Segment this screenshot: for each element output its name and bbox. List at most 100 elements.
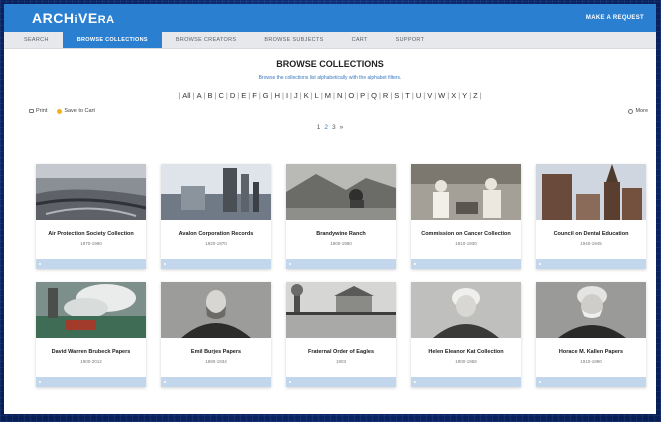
collection-title[interactable]: Fraternal Order of Eagles <box>286 349 396 355</box>
card-dot-icon <box>539 263 541 265</box>
nav-item-browse-creators[interactable]: BROWSE CREATORS <box>162 32 251 48</box>
card-footer <box>536 259 646 269</box>
collection-title[interactable]: Avalon Corporation Records <box>161 231 271 237</box>
card-footer <box>286 377 396 387</box>
card-dot-icon <box>289 381 291 383</box>
collection-card[interactable]: Helen Eleanor Kat Collection 1900-1958 <box>411 282 521 387</box>
collection-thumbnail[interactable] <box>286 164 396 220</box>
nav-item-browse-subjects[interactable]: BROWSE SUBJECTS <box>250 32 337 48</box>
archive-window: ARCHiVERA MAKE A REQUEST SEARCH BROWSE CO… <box>4 4 656 414</box>
nav-item-support[interactable]: SUPPORT <box>382 32 439 48</box>
collection-thumbnail[interactable] <box>36 282 146 338</box>
collection-title[interactable]: Helen Eleanor Kat Collection <box>411 349 521 355</box>
alphabet-letter-y[interactable]: Y <box>460 91 469 100</box>
alphabet-letter-o[interactable]: O <box>346 91 356 100</box>
card-footer <box>161 377 271 387</box>
page-link-1[interactable]: 1 <box>317 124 321 131</box>
alphabet-letter-z[interactable]: Z <box>471 91 480 100</box>
card-footer <box>36 377 146 387</box>
collection-card[interactable]: Commission on Cancer Collection 1910-1930 <box>411 164 521 269</box>
card-dot-icon <box>164 263 166 265</box>
collection-title[interactable]: Brandywine Ranch <box>286 231 396 237</box>
collection-thumbnail[interactable] <box>411 282 521 338</box>
alphabet-letter-c[interactable]: C <box>217 91 226 100</box>
page-title: BROWSE COLLECTIONS <box>276 59 384 69</box>
alphabet-letter-b[interactable]: B <box>206 91 215 100</box>
collection-dates: 1900-2012 <box>80 359 102 364</box>
collection-dates: 1940-1945 <box>580 241 602 246</box>
card-dot-icon <box>289 263 291 265</box>
collection-thumbnail[interactable] <box>411 164 521 220</box>
alphabet-letter-f[interactable]: F <box>250 91 259 100</box>
collection-card[interactable]: Fraternal Order of Eagles 1903 <box>286 282 396 387</box>
print-button[interactable]: Print <box>29 108 47 114</box>
alphabet-letter-g[interactable]: G <box>261 91 271 100</box>
collection-card[interactable]: David Warren Brubeck Papers 1900-2012 <box>36 282 146 387</box>
alphabet-letter-u[interactable]: U <box>414 91 423 100</box>
collection-thumbnail[interactable] <box>161 164 271 220</box>
nav-item-search[interactable]: SEARCH <box>10 32 63 48</box>
nav-item-browse-collections[interactable]: BROWSE COLLECTIONS <box>62 32 162 48</box>
alphabet-letter-r[interactable]: R <box>381 91 390 100</box>
alphabet-letter-e[interactable]: E <box>239 91 248 100</box>
collection-thumbnail[interactable] <box>286 282 396 338</box>
collection-thumbnail[interactable] <box>36 164 146 220</box>
card-dot-icon <box>39 381 41 383</box>
alphabet-letter-m[interactable]: M <box>323 91 333 100</box>
alphabet-letter-x[interactable]: X <box>449 91 458 100</box>
alphabet-divider: | <box>479 91 482 100</box>
collection-card[interactable]: Council on Dental Education 1940-1945 <box>536 164 646 269</box>
alphabet-letter-s[interactable]: S <box>392 91 401 100</box>
collection-dates: 1910-1930 <box>455 241 477 246</box>
make-request-link[interactable]: MAKE A REQUEST <box>586 15 644 21</box>
collection-dates: 1903 <box>335 359 346 364</box>
collection-title[interactable]: Council on Dental Education <box>536 231 646 237</box>
collection-title[interactable]: Horace M. Kallen Papers <box>536 349 646 355</box>
card-footer <box>411 377 521 387</box>
page-link-2[interactable]: 2 <box>324 124 328 131</box>
alphabet-letter-d[interactable]: D <box>228 91 237 100</box>
alphabet-letter-a[interactable]: A <box>195 91 204 100</box>
nav-item-cart[interactable]: CART <box>338 32 382 48</box>
card-dot-icon <box>164 381 166 383</box>
collection-card[interactable]: Brandywine Ranch 1900-1980 <box>286 164 396 269</box>
alphabet-letter-j[interactable]: J <box>292 91 300 100</box>
card-footer <box>536 377 646 387</box>
site-logo[interactable]: ARCHiVERA <box>32 10 115 26</box>
collection-title[interactable]: Emil Burjes Papers <box>161 349 271 355</box>
save-to-cart-button[interactable]: Save to Cart <box>57 108 95 114</box>
card-dot-icon <box>414 381 416 383</box>
collection-title[interactable]: Commission on Cancer Collection <box>411 231 521 237</box>
alphabet-letter-n[interactable]: N <box>335 91 344 100</box>
collection-thumbnail[interactable] <box>161 282 271 338</box>
alphabet-letter-p[interactable]: P <box>358 91 367 100</box>
collection-card[interactable]: Avalon Corporation Records 1920-1970 <box>161 164 271 269</box>
collection-dates: 1910-1990 <box>580 359 602 364</box>
collection-card[interactable]: Emil Burjes Papers 1890-1934 <box>161 282 271 387</box>
collection-title[interactable]: David Warren Brubeck Papers <box>36 349 146 355</box>
collection-thumbnail[interactable] <box>536 164 646 220</box>
alphabet-letter-t[interactable]: T <box>403 91 412 100</box>
next-page-link[interactable]: » <box>340 124 344 131</box>
collection-dates: 1900-1958 <box>455 359 477 364</box>
alphabet-letter-h[interactable]: H <box>273 91 282 100</box>
alphabet-letter-all[interactable]: All <box>180 91 192 100</box>
page-link-3[interactable]: 3 <box>332 124 336 131</box>
card-footer <box>411 259 521 269</box>
more-button[interactable]: More <box>628 108 648 114</box>
collections-grid: Air Protection Society Collection 1970-19… <box>36 164 646 387</box>
alphabet-letter-w[interactable]: W <box>436 91 447 100</box>
action-bar: Print Save to Cart More <box>4 106 656 116</box>
cart-icon <box>57 108 63 114</box>
collection-title[interactable]: Air Protection Society Collection <box>36 231 146 237</box>
alphabet-letter-l[interactable]: L <box>313 91 321 100</box>
card-footer <box>286 259 396 269</box>
print-icon <box>29 109 34 113</box>
alphabet-letter-q[interactable]: Q <box>369 91 379 100</box>
collection-card[interactable]: Air Protection Society Collection 1970-19… <box>36 164 146 269</box>
alphabet-letter-k[interactable]: K <box>302 91 311 100</box>
collection-card[interactable]: Horace M. Kallen Papers 1910-1990 <box>536 282 646 387</box>
alphabet-letter-v[interactable]: V <box>425 91 434 100</box>
collection-dates: 1970-1990 <box>80 241 102 246</box>
collection-thumbnail[interactable] <box>536 282 646 338</box>
